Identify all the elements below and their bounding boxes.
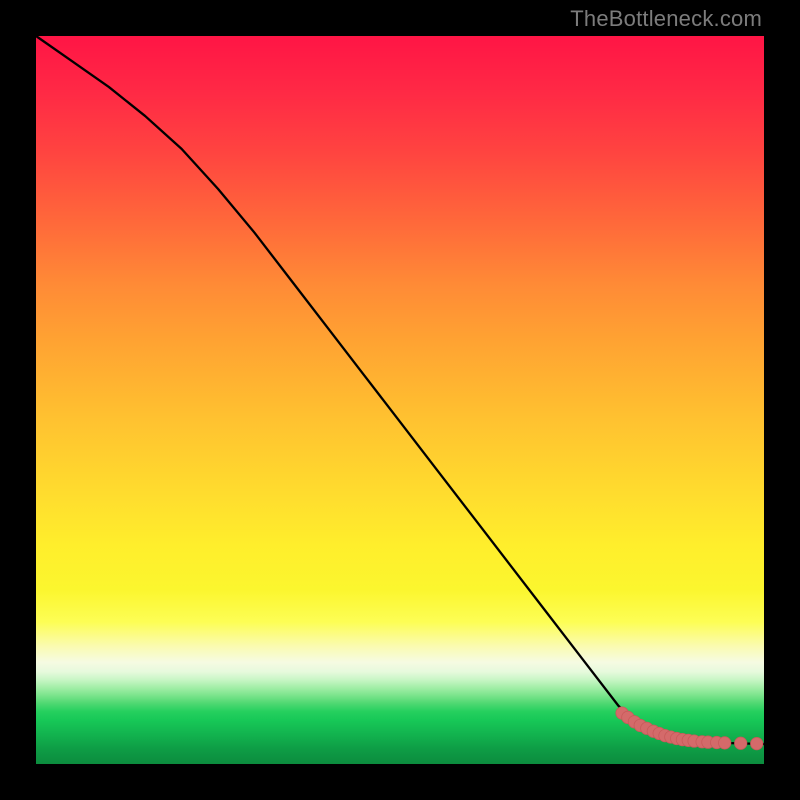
- chart-overlay: [36, 36, 764, 764]
- plot-area: [36, 36, 764, 764]
- attribution-label: TheBottleneck.com: [570, 6, 762, 32]
- marker-point: [718, 737, 730, 749]
- marker-point: [751, 737, 763, 749]
- curve-line: [36, 36, 764, 744]
- chart-frame: TheBottleneck.com: [0, 0, 800, 800]
- marker-point: [735, 737, 747, 749]
